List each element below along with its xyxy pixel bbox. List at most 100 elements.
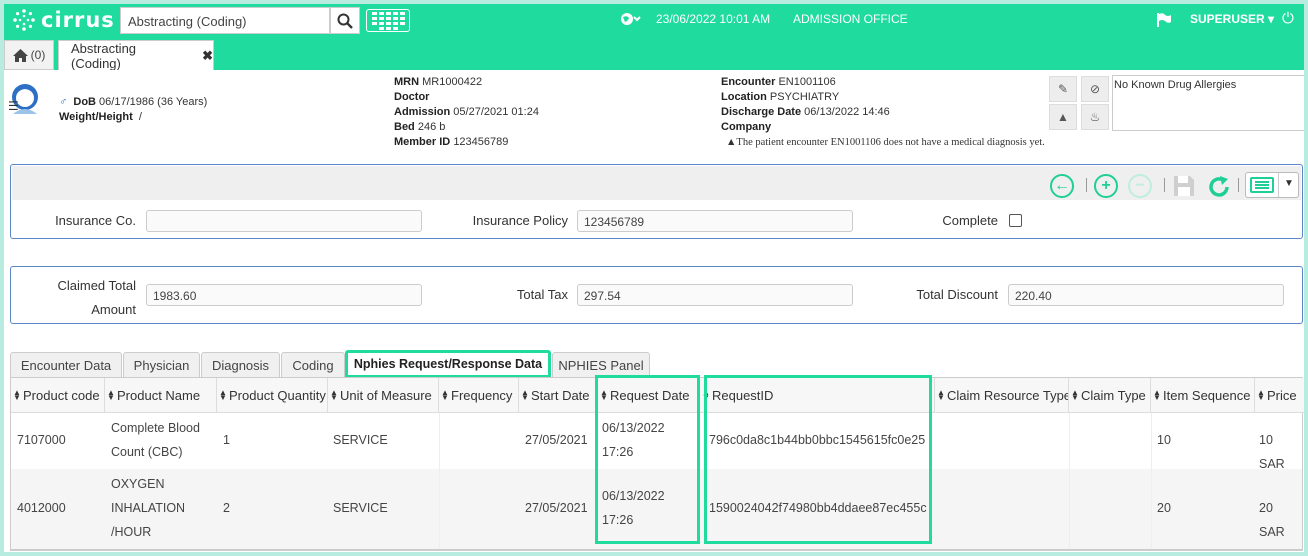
tab-physician[interactable]: Physician xyxy=(123,352,200,378)
tab-encounter-data[interactable]: Encounter Data xyxy=(10,352,122,378)
admission-info: MRN MR1000422 Doctor Admission 05/27/202… xyxy=(394,75,539,150)
alert-triangle-icon[interactable]: ▲ xyxy=(1049,104,1077,130)
request-id-highlight xyxy=(704,375,932,544)
encounter-label: Encounter xyxy=(721,76,776,88)
patient-banner: ☰ ♂ DoB 06/17/1986 (36 Years) Weight/Hei… xyxy=(4,70,1304,154)
power-icon[interactable]: ⏻ xyxy=(1282,10,1294,27)
location-label: Location xyxy=(721,91,767,103)
cell-price: 10 SAR xyxy=(1259,433,1285,471)
keyboard-icon[interactable] xyxy=(366,9,410,32)
request-date-highlight xyxy=(595,375,700,544)
total-tax-field[interactable]: 297.54 xyxy=(577,284,853,306)
discharge-label: Discharge Date xyxy=(721,106,802,118)
sort-icon: ▲ ▼ xyxy=(441,388,449,402)
complete-checkbox[interactable] xyxy=(1009,214,1022,227)
sort-icon: ▲ ▼ xyxy=(107,388,115,402)
home-tab-count: (0) xyxy=(30,48,46,62)
claimed-total-label-line1: Claimed Total xyxy=(57,278,136,293)
cell-product-quantity: 2 xyxy=(223,501,230,515)
sort-icon: ▲ ▼ xyxy=(330,388,338,402)
search-input[interactable]: Abstracting (Coding) xyxy=(120,7,330,34)
tab-diagnosis[interactable]: Diagnosis xyxy=(201,352,280,378)
add-button[interactable]: + xyxy=(1094,174,1118,198)
cirrus-logo[interactable]: cirrus xyxy=(12,6,115,34)
total-discount-field[interactable]: 220.40 xyxy=(1008,284,1284,306)
cell-product-code: 7107000 xyxy=(17,433,66,447)
mrn-label: MRN xyxy=(394,76,420,88)
tab-abstracting-coding[interactable]: Abstracting (Coding) ✖ xyxy=(58,40,214,71)
doctor-label: Doctor xyxy=(394,91,430,103)
back-button[interactable]: ← xyxy=(1050,174,1074,198)
save-icon[interactable] xyxy=(1172,174,1196,198)
dob-label: DoB xyxy=(73,96,96,108)
remove-button[interactable]: − xyxy=(1128,174,1152,198)
column-header-frequency[interactable]: ▲ ▼ Frequency xyxy=(439,378,519,413)
claimed-total-label: Claimed Total Amount xyxy=(24,274,136,322)
refresh-icon[interactable] xyxy=(1206,174,1232,200)
search-button[interactable] xyxy=(330,7,360,34)
sort-icon: ▲ ▼ xyxy=(937,388,945,402)
patient-demographics: ♂ DoB 06/17/1986 (36 Years) Weight/Heigh… xyxy=(59,95,207,125)
claimed-total-field[interactable]: 1983.60 xyxy=(146,284,422,306)
cell-start-date: 27/05/2021 xyxy=(525,501,588,515)
claimed-total-label-line2: Amount xyxy=(91,302,136,317)
tab-coding[interactable]: Coding xyxy=(281,352,345,378)
top-bar: cirrus Abstracting (Coding) 23/06/2022 1… xyxy=(4,4,1304,36)
sort-icon: ▲ ▼ xyxy=(13,388,21,402)
complete-label: Complete xyxy=(942,213,998,228)
column-header-product-quantity[interactable]: ▲ ▼ Product Quantity xyxy=(217,378,328,413)
column-header-claim-resource-type[interactable]: ▲ ▼ Claim Resource Type xyxy=(935,378,1069,413)
sort-icon: ▲ ▼ xyxy=(1153,388,1161,402)
column-divider xyxy=(439,413,440,549)
caret-down-icon: ▼ xyxy=(1284,178,1294,189)
current-datetime: 23/06/2022 10:01 AM xyxy=(656,12,771,26)
list-view-dropdown[interactable]: ▼ xyxy=(1245,172,1299,198)
tab-nphies-request-response[interactable]: Nphies Request/Response Data xyxy=(345,350,551,378)
workspace-tabs: (0) Abstracting (Coding) ✖ xyxy=(4,36,1304,71)
cell-item-sequence: 20 xyxy=(1157,501,1171,515)
insurance-co-field[interactable] xyxy=(146,210,422,232)
column-header-claim-type[interactable]: ▲ ▼ Claim Type xyxy=(1069,378,1151,413)
column-header-unit-of-measure[interactable]: ▲ ▼ Unit of Measure xyxy=(328,378,439,413)
column-header-product-code[interactable]: ▲ ▼ Product code xyxy=(11,378,105,413)
close-tab-icon[interactable]: ✖ xyxy=(202,48,213,64)
total-discount-label: Total Discount xyxy=(916,287,998,302)
column-header-product-name[interactable]: ▲ ▼ Product Name xyxy=(105,378,217,413)
office-name[interactable]: ADMISSION OFFICE xyxy=(793,12,908,26)
insurance-policy-field[interactable]: 123456789 xyxy=(577,210,853,232)
column-header-price[interactable]: ▲ ▼ Price xyxy=(1255,378,1304,413)
forbidden-icon[interactable]: ⊘ xyxy=(1081,76,1109,102)
syringe-icon[interactable]: ✎ xyxy=(1049,76,1077,102)
sort-icon: ▲ ▼ xyxy=(1071,388,1079,402)
globe-language-icon[interactable] xyxy=(620,12,642,29)
cell-item-sequence: 10 xyxy=(1157,433,1171,447)
weight-value: / xyxy=(138,111,142,123)
cell-product-code: 4012000 xyxy=(17,501,66,515)
warning-icon: ▲ xyxy=(726,137,737,148)
toolbar-separator xyxy=(1086,178,1087,192)
hamburger-icon[interactable]: ☰ xyxy=(8,99,19,113)
total-tax-label: Total Tax xyxy=(516,287,568,302)
encounter-info: Encounter EN1001106 Location PSYCHIATRY … xyxy=(721,75,1045,150)
toolbar-separator xyxy=(1164,178,1165,192)
user-name: SUPERUSER xyxy=(1190,12,1265,26)
cell-product-quantity: 1 xyxy=(223,433,230,447)
column-header-item-sequence[interactable]: ▲ ▼ Item Sequence xyxy=(1151,378,1255,413)
home-icon xyxy=(12,48,28,62)
brand-name: cirrus xyxy=(41,8,115,32)
admission-value: 05/27/2021 01:24 xyxy=(453,106,539,118)
company-label: Company xyxy=(721,121,772,133)
sort-icon: ▲ ▼ xyxy=(1257,388,1265,402)
user-menu[interactable]: SUPERUSER ▾ xyxy=(1190,12,1274,26)
weight-label: Weight/Height xyxy=(59,111,133,123)
home-tab[interactable]: (0) xyxy=(4,40,54,70)
insurance-policy-label: Insurance Policy xyxy=(472,213,568,228)
siren-icon[interactable]: ♨ xyxy=(1081,104,1109,130)
logo-dots-icon xyxy=(13,9,35,31)
discharge-value: 06/13/2022 14:46 xyxy=(804,106,890,118)
column-header-start-date[interactable]: ▲ ▼ Start Date xyxy=(519,378,598,413)
mrn-value: MR1000422 xyxy=(422,76,483,88)
cell-start-date: 27/05/2021 xyxy=(525,433,588,447)
encounter-value: EN1001106 xyxy=(778,76,836,88)
flag-icon[interactable] xyxy=(1156,13,1172,30)
